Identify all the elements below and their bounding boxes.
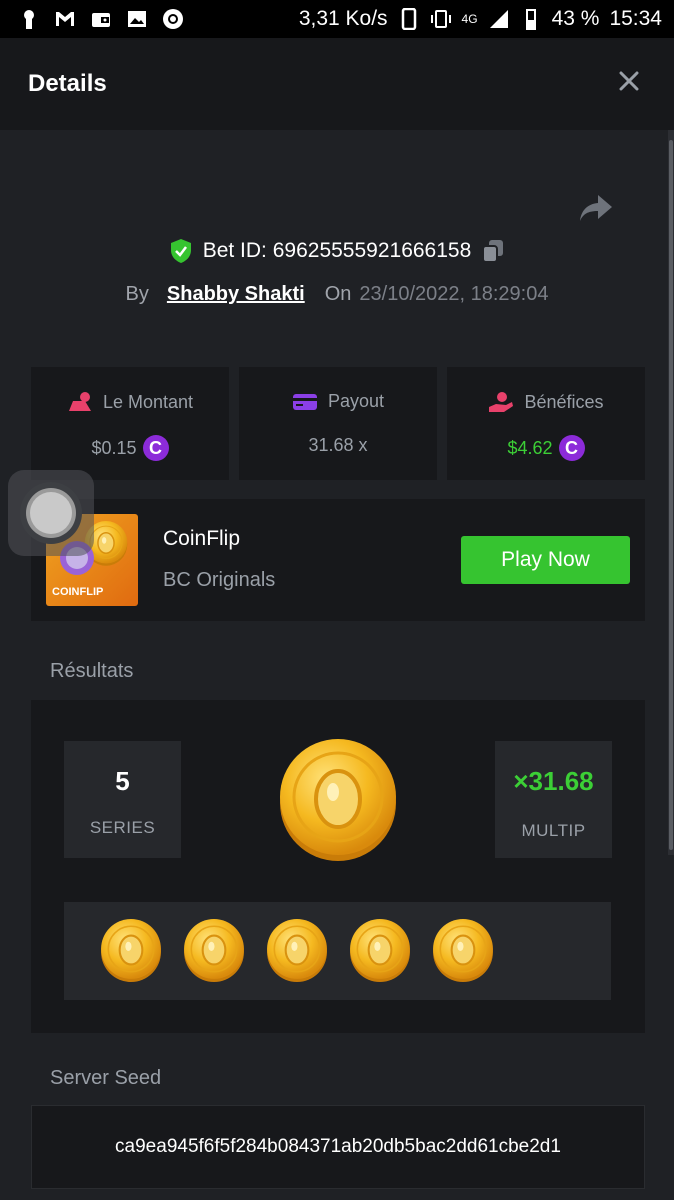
clock: 15:34 bbox=[609, 7, 662, 30]
on-label: On bbox=[324, 283, 352, 305]
user-link[interactable]: Shabby Shakti bbox=[167, 283, 305, 306]
amount-stat: Le Montant $0.15 C bbox=[31, 367, 229, 480]
results-panel: 5 SERIES ×31.68 MULTIP bbox=[31, 700, 645, 1033]
series-value: 5 bbox=[115, 766, 130, 796]
floating-button-dot bbox=[30, 492, 72, 534]
history-coin-icon bbox=[349, 918, 411, 982]
network-type: 4G bbox=[461, 11, 478, 26]
key-icon bbox=[24, 10, 34, 29]
chrome-icon bbox=[163, 9, 183, 29]
currency-coin-icon: C bbox=[142, 435, 169, 461]
signal-icon bbox=[489, 10, 508, 28]
series-label: SERIES bbox=[89, 818, 156, 837]
hand-coin-icon bbox=[489, 392, 514, 412]
gmail-icon bbox=[56, 12, 74, 26]
amount-label: Le Montant bbox=[102, 391, 194, 412]
play-now-button[interactable]: Play Now bbox=[461, 536, 630, 584]
history-coin-icon bbox=[266, 918, 328, 982]
bet-id-row: Bet ID: 69625555921666158 bbox=[0, 238, 674, 264]
card-icon bbox=[292, 393, 317, 410]
server-seed-heading: Server Seed bbox=[50, 1067, 162, 1089]
bet-id: Bet ID: 69625555921666158 bbox=[202, 239, 472, 262]
bet-author-row: By Shabby Shakti On 23/10/2022, 18:29:04 bbox=[0, 283, 674, 306]
profit-label: Bénéfices bbox=[524, 391, 604, 412]
network-speed: 3,31 Ko/s bbox=[298, 7, 388, 30]
results-heading: Résultats bbox=[50, 660, 134, 682]
profit-stat: Bénéfices $4.62 C bbox=[447, 367, 645, 480]
profit-value: $4.62 bbox=[507, 437, 553, 458]
money-bag-icon bbox=[68, 392, 91, 411]
result-coin-icon bbox=[278, 737, 398, 861]
copy-icon[interactable] bbox=[481, 238, 505, 264]
by-label: By bbox=[125, 283, 149, 305]
game-name: CoinFlip bbox=[163, 527, 241, 550]
multiplier-value: ×31.68 bbox=[513, 766, 594, 796]
page-title: Details bbox=[28, 70, 107, 97]
status-bar: 3,31 Ko/s 4G 43 % 15:34 bbox=[0, 0, 674, 38]
phone-icon bbox=[401, 8, 416, 30]
history-coin-icon bbox=[100, 918, 162, 982]
multiplier-label: MULTIP bbox=[521, 821, 586, 840]
wallet-icon bbox=[92, 13, 110, 27]
coin-history-row bbox=[64, 902, 611, 1000]
payout-value: 31.68 x bbox=[308, 435, 368, 455]
multiplier-box: ×31.68 MULTIP bbox=[495, 741, 612, 858]
payout-stat: Payout 31.68 x bbox=[239, 367, 437, 480]
verified-shield-icon bbox=[170, 239, 191, 263]
currency-coin-icon: C bbox=[558, 435, 585, 461]
close-icon[interactable] bbox=[614, 66, 644, 96]
server-seed-value[interactable]: ca9ea945f6f5f284b084371ab20db5bac2dd61cb… bbox=[31, 1105, 645, 1189]
history-coin-icon bbox=[432, 918, 494, 982]
game-provider: BC Originals bbox=[163, 569, 276, 591]
thumbnail-label: COINFLIP bbox=[52, 586, 104, 598]
game-card: COINFLIP CoinFlip BC Originals Play Now bbox=[31, 499, 645, 621]
series-box: 5 SERIES bbox=[64, 741, 181, 858]
history-coin-icon bbox=[183, 918, 245, 982]
amount-value: $0.15 bbox=[91, 437, 137, 458]
vibrate-icon bbox=[430, 10, 451, 28]
battery-icon bbox=[525, 9, 536, 30]
battery-level: 43 % bbox=[551, 7, 600, 30]
image-alert-icon bbox=[128, 11, 146, 27]
floating-assistive-button[interactable] bbox=[8, 470, 94, 556]
bet-date: 23/10/2022, 18:29:04 bbox=[359, 283, 549, 305]
details-header: Details bbox=[0, 38, 674, 130]
share-icon[interactable] bbox=[578, 193, 614, 225]
payout-label: Payout bbox=[327, 391, 385, 411]
